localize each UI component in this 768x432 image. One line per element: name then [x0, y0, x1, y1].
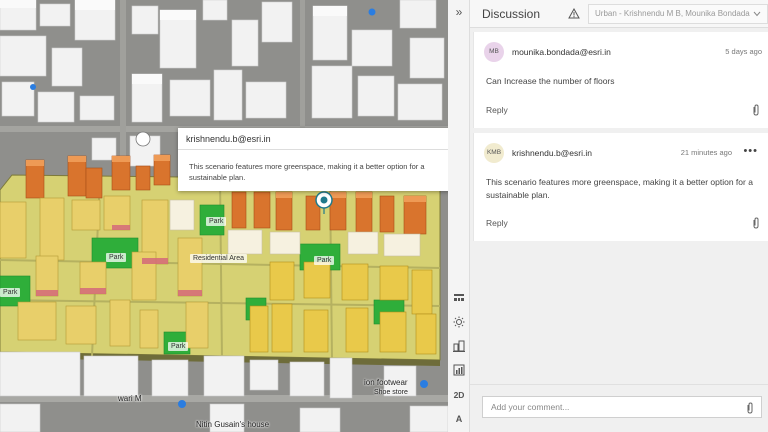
sun-tool-button[interactable] — [451, 314, 467, 330]
comment-author: krishnendu.b@esri.in — [512, 148, 592, 158]
park-label: Park — [168, 342, 189, 351]
attachment-icon[interactable] — [752, 217, 760, 229]
scenario-select[interactable]: Urban - Krishnendu M B, Mounika Bondada — [588, 4, 768, 24]
tool-layers-icon — [454, 294, 464, 301]
popup-text: This scenario features more greenspace, … — [189, 162, 425, 182]
buildings-tool-button[interactable] — [451, 338, 467, 354]
collapse-panel-button[interactable]: » — [451, 4, 467, 20]
scenario-select-value: Urban - Krishnendu M B, Mounika Bondada — [595, 9, 750, 18]
park-label: Park — [106, 253, 127, 262]
reply-button[interactable]: Reply — [486, 218, 508, 228]
poi-street-label: wari M — [118, 394, 142, 403]
residential-area-label: Residential Area — [190, 254, 247, 263]
comment-input[interactable] — [482, 396, 762, 418]
view-a-button[interactable]: A — [451, 411, 467, 427]
attachment-icon[interactable] — [746, 402, 754, 414]
avatar: MB — [484, 42, 504, 62]
poi-shoe-store-label: Shoe store — [374, 389, 408, 396]
more-options-button[interactable]: ••• — [743, 145, 758, 157]
comment-card: KMB krishnendu.b@esri.in 21 minutes ago … — [473, 133, 768, 241]
app-window: Park Park Park Park Park Residential Are… — [0, 0, 768, 432]
panel-header: Discussion Urban - Krishnendu M B, Mouni… — [470, 0, 768, 28]
poi-house-label: Nitin Gusain's house — [196, 420, 270, 429]
attachment-icon[interactable] — [752, 104, 760, 116]
daylight-tool-button[interactable] — [451, 289, 467, 305]
popup-divider — [178, 149, 448, 150]
discussion-panel: Discussion Urban - Krishnendu M B, Mouni… — [470, 0, 768, 432]
comment-text: Can Increase the number of floors — [486, 76, 615, 86]
comment-marker[interactable] — [135, 131, 151, 147]
scenario-icon — [568, 8, 580, 19]
avatar: KMB — [484, 143, 504, 163]
chevron-down-icon — [753, 11, 761, 17]
sun-icon — [453, 316, 465, 328]
comment-card: MB mounika.bondada@esri.in 5 days ago Ca… — [473, 32, 768, 128]
poi-footwear-label: ion footwear — [364, 378, 408, 387]
buildings-icon — [453, 340, 465, 352]
view-2d-button[interactable]: 2D — [451, 387, 467, 403]
reply-button[interactable]: Reply — [486, 105, 508, 115]
comment-composer — [470, 384, 768, 432]
comment-timestamp: 21 minutes ago — [680, 148, 732, 157]
layers-tool-button[interactable] — [451, 362, 467, 378]
park-label: Park — [206, 217, 227, 226]
comment-popup: krishnendu.b@esri.in This scenario featu… — [178, 128, 448, 191]
comment-text: This scenario features more greenspace, … — [486, 177, 753, 200]
panel-title: Discussion — [482, 7, 541, 21]
park-label: Park — [0, 288, 21, 297]
comment-author: mounika.bondada@esri.in — [512, 47, 611, 57]
comment-timestamp: 5 days ago — [725, 47, 762, 56]
tool-strip: » 2D A — [448, 0, 470, 432]
park-label: Park — [314, 256, 335, 265]
popup-user: krishnendu.b@esri.in — [186, 134, 271, 144]
chart-icon — [453, 364, 465, 376]
scene-graphics — [0, 0, 448, 432]
map-scene[interactable]: Park Park Park Park Park Residential Are… — [0, 0, 448, 432]
